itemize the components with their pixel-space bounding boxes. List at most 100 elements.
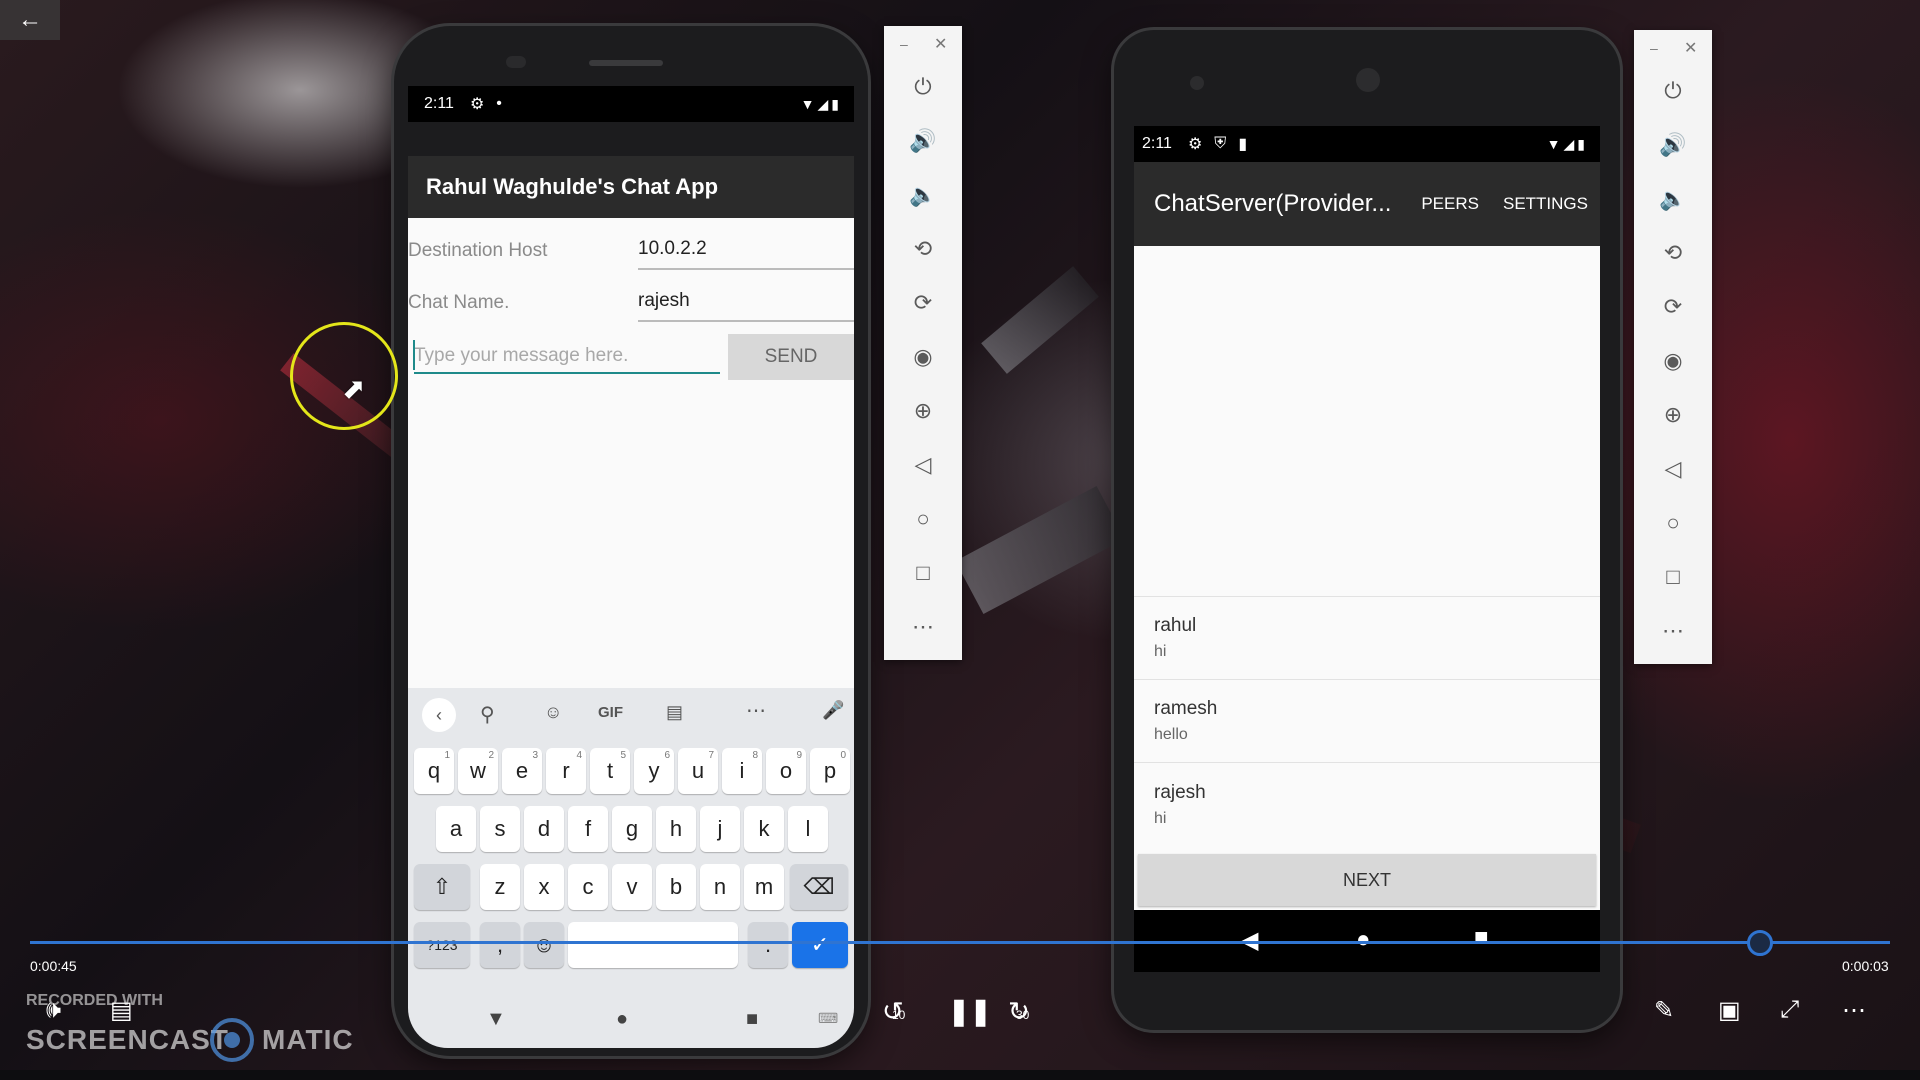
shift-icon[interactable]: ⇧: [414, 864, 470, 910]
key-g[interactable]: g: [612, 806, 652, 852]
pencil-icon[interactable]: ✎: [1654, 996, 1674, 1025]
volume-up-icon[interactable]: 🔊: [884, 128, 962, 154]
list-item[interactable]: rajesh hi: [1134, 764, 1600, 846]
period-key[interactable]: .: [748, 922, 788, 968]
overview-icon[interactable]: □: [884, 560, 962, 586]
comma-key[interactable]: ,: [480, 922, 520, 968]
space-key[interactable]: [568, 922, 738, 968]
close-icon[interactable]: ✕: [934, 34, 947, 54]
back-button[interactable]: ←: [0, 0, 60, 40]
close-icon[interactable]: ✕: [1684, 38, 1697, 58]
zoom-icon[interactable]: ⊕: [1634, 402, 1712, 428]
symbols-key[interactable]: ?123: [414, 922, 470, 968]
key-i[interactable]: i8: [722, 748, 762, 794]
key-t[interactable]: t5: [590, 748, 630, 794]
rotate-right-icon[interactable]: ⟳: [884, 290, 962, 316]
rotate-left-icon[interactable]: ⟲: [1634, 240, 1712, 266]
send-button[interactable]: SEND: [728, 334, 854, 380]
watermark-brand-right: MATIC: [262, 1024, 354, 1055]
key-x[interactable]: x: [524, 864, 564, 910]
seek-thumb[interactable]: [1746, 930, 1773, 956]
emoji-icon[interactable]: ☺: [524, 922, 564, 968]
key-j[interactable]: j: [700, 806, 740, 852]
gif-button[interactable]: GIF: [598, 704, 623, 721]
volume-up-icon[interactable]: 🔊: [1634, 132, 1712, 158]
key-o[interactable]: o9: [766, 748, 806, 794]
minimize-icon[interactable]: –: [900, 36, 908, 52]
key-u[interactable]: u7: [678, 748, 718, 794]
key-v[interactable]: v: [612, 864, 652, 910]
minimize-icon[interactable]: –: [1650, 40, 1658, 56]
key-s[interactable]: s: [480, 806, 520, 852]
power-icon[interactable]: ⏻: [884, 74, 962, 100]
signal-battery-icon: ▼◢▮: [800, 95, 842, 112]
key-b[interactable]: b: [656, 864, 696, 910]
rewind-button[interactable]: ↺ 10: [882, 996, 905, 1027]
back-icon[interactable]: ◁: [1634, 456, 1712, 482]
home-icon[interactable]: ○: [884, 506, 962, 532]
overview-icon[interactable]: □: [1634, 564, 1712, 590]
miniplayer-icon[interactable]: ▣: [1718, 996, 1741, 1025]
volume-down-icon[interactable]: 🔈: [884, 182, 962, 208]
back-icon[interactable]: ◁: [884, 452, 962, 478]
sensor: [1190, 76, 1204, 90]
emulator-toolbar-right: – ✕ ⏻ 🔊 🔈 ⟲ ⟳ ◉ ⊕ ◁ ○ □ ⋯: [1634, 30, 1712, 664]
power-icon[interactable]: ⏻: [1634, 78, 1712, 104]
mic-icon[interactable]: 🎤: [822, 700, 844, 721]
home-icon[interactable]: ○: [1634, 510, 1712, 536]
enter-check-icon[interactable]: ✓: [792, 922, 848, 968]
front-camera: [506, 56, 526, 68]
key-z[interactable]: z: [480, 864, 520, 910]
forward-button[interactable]: ↻ 30: [1008, 996, 1030, 1027]
key-f[interactable]: f: [568, 806, 608, 852]
nav-home-icon[interactable]: ●: [1356, 926, 1371, 954]
more-icon[interactable]: ⋯: [884, 614, 962, 640]
key-k[interactable]: k: [744, 806, 784, 852]
key-y[interactable]: y6: [634, 748, 674, 794]
zoom-icon[interactable]: ⊕: [884, 398, 962, 424]
key-c[interactable]: c: [568, 864, 608, 910]
chevron-left-icon[interactable]: ‹: [422, 698, 456, 732]
key-a[interactable]: a: [436, 806, 476, 852]
rotate-left-icon[interactable]: ⟲: [884, 236, 962, 262]
list-item[interactable]: ramesh hello: [1134, 680, 1600, 763]
backspace-icon[interactable]: ⌫: [790, 864, 848, 910]
key-n[interactable]: n: [700, 864, 740, 910]
pause-icon[interactable]: ❚❚: [948, 996, 992, 1027]
nav-home-icon[interactable]: ●: [616, 1008, 628, 1031]
key-p[interactable]: p0: [810, 748, 850, 794]
keyboard-icon[interactable]: ⌨: [818, 1010, 838, 1027]
key-d[interactable]: d: [524, 806, 564, 852]
key-e[interactable]: e3: [502, 748, 542, 794]
message-input[interactable]: Type your message here.: [414, 338, 720, 374]
key-q[interactable]: q1: [414, 748, 454, 794]
rotate-right-icon[interactable]: ⟳: [1634, 294, 1712, 320]
sticker-icon[interactable]: ☺: [544, 702, 562, 723]
volume-down-icon[interactable]: 🔈: [1634, 186, 1712, 212]
camera-icon[interactable]: ◉: [1634, 348, 1712, 374]
list-item[interactable]: rahul hi: [1134, 596, 1600, 680]
camera-icon[interactable]: ◉: [884, 344, 962, 370]
exit-fullscreen-icon[interactable]: ⤢: [1780, 996, 1799, 1024]
nav-overview-icon[interactable]: ■: [1474, 924, 1489, 952]
destination-host-input[interactable]: 10.0.2.2: [638, 238, 854, 270]
more-icon[interactable]: ⋯: [1634, 618, 1712, 644]
key-l[interactable]: l: [788, 806, 828, 852]
key-w[interactable]: w2: [458, 748, 498, 794]
gear-icon: ⚙: [1187, 136, 1203, 153]
nav-overview-icon[interactable]: ■: [746, 1008, 758, 1031]
key-m[interactable]: m: [744, 864, 784, 910]
clipboard-icon[interactable]: ▤: [666, 702, 683, 723]
seek-bar[interactable]: [30, 941, 1890, 944]
next-button[interactable]: NEXT: [1138, 854, 1596, 906]
menu-settings[interactable]: SETTINGS: [1503, 194, 1588, 214]
search-icon[interactable]: ⚲: [480, 702, 495, 727]
key-r[interactable]: r4: [546, 748, 586, 794]
more-icon[interactable]: ⋯: [1842, 996, 1866, 1025]
chat-name-input[interactable]: rajesh: [638, 290, 854, 322]
nav-back-icon[interactable]: ▼: [486, 1008, 506, 1031]
gear-icon: ⚙: [469, 96, 485, 113]
menu-peers[interactable]: PEERS: [1421, 194, 1479, 214]
key-h[interactable]: h: [656, 806, 696, 852]
more-icon[interactable]: ⋯: [746, 698, 766, 723]
